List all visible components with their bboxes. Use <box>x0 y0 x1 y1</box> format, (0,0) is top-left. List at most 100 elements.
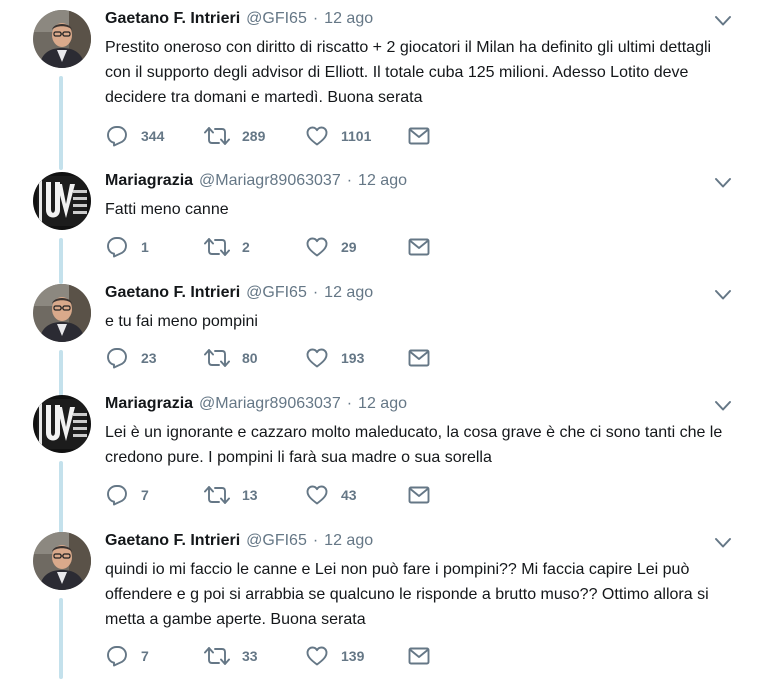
direct-message-button[interactable] <box>408 483 430 507</box>
tweet[interactable]: Mariagrazia @Mariagr89063037 · 12 ago Fa… <box>0 150 764 284</box>
separator: · <box>346 395 353 412</box>
author-handle[interactable]: @Mariagr89063037 <box>199 172 341 190</box>
juventus-logo-icon <box>33 172 91 230</box>
separator: · <box>312 532 319 549</box>
timestamp[interactable]: 12 ago <box>324 10 373 28</box>
retweet-icon <box>204 483 230 507</box>
direct-message-button[interactable] <box>408 124 430 148</box>
mail-icon <box>408 647 430 665</box>
thread-line <box>59 76 63 160</box>
reply-button[interactable]: 344 <box>105 124 164 148</box>
thread-line <box>59 238 63 284</box>
author-handle[interactable]: @Mariagr89063037 <box>199 395 341 413</box>
timestamp[interactable]: 12 ago <box>324 284 373 302</box>
author-handle[interactable]: @GFI65 <box>246 284 307 302</box>
man-with-glasses-icon <box>33 284 91 342</box>
retweet-button[interactable]: 80 <box>204 346 258 370</box>
chevron-down-icon[interactable] <box>714 177 732 189</box>
chevron-down-icon[interactable] <box>714 15 732 27</box>
like-button[interactable]: 139 <box>305 644 364 668</box>
reply-icon <box>105 483 129 507</box>
tweet-text: quindi io mi faccio le canne e Lei non p… <box>105 561 709 628</box>
reply-icon <box>105 346 129 370</box>
avatar[interactable] <box>33 284 91 342</box>
retweet-button[interactable]: 289 <box>204 124 265 148</box>
retweet-icon <box>204 235 230 259</box>
reply-icon <box>105 124 129 148</box>
reply-button[interactable]: 23 <box>105 346 157 370</box>
mail-icon <box>408 349 430 367</box>
tweet[interactable]: Mariagrazia @Mariagr89063037 · 12 ago Le… <box>0 395 764 533</box>
reply-count: 7 <box>141 648 149 664</box>
author-name[interactable]: Mariagrazia <box>105 172 193 190</box>
avatar[interactable] <box>33 10 91 68</box>
timestamp[interactable]: 12 ago <box>358 395 407 413</box>
man-with-glasses-icon <box>33 10 91 68</box>
retweet-count: 33 <box>242 648 258 664</box>
timestamp[interactable]: 12 ago <box>358 172 407 190</box>
author-handle[interactable]: @GFI65 <box>246 10 307 28</box>
like-button[interactable]: 193 <box>305 346 364 370</box>
heart-icon <box>305 483 329 507</box>
man-with-glasses-icon <box>33 532 91 590</box>
retweet-button[interactable]: 33 <box>204 644 258 668</box>
heart-icon <box>305 124 329 148</box>
retweet-count: 13 <box>242 487 258 503</box>
author-name[interactable]: Gaetano F. Intrieri <box>105 284 240 302</box>
direct-message-button[interactable] <box>408 644 430 668</box>
tweet-text: e tu fai meno pompini <box>105 313 258 330</box>
mail-icon <box>408 238 430 256</box>
chevron-down-icon[interactable] <box>714 400 732 412</box>
retweet-icon <box>204 346 230 370</box>
tweet-header: Gaetano F. Intrieri @GFI65 · 12 ago <box>105 10 373 32</box>
reply-count: 344 <box>141 128 165 144</box>
thread-line <box>59 461 63 533</box>
tweet[interactable]: Gaetano F. Intrieri @GFI65 · 12 ago Pres… <box>0 10 764 160</box>
reply-button[interactable]: 7 <box>105 644 149 668</box>
like-button[interactable]: 1101 <box>305 124 371 148</box>
mail-icon <box>408 127 430 145</box>
retweet-count: 289 <box>242 128 266 144</box>
reply-button[interactable]: 7 <box>105 483 149 507</box>
tweet-text: Fatti meno canne <box>105 201 229 218</box>
like-button[interactable]: 43 <box>305 483 357 507</box>
timestamp[interactable]: 12 ago <box>324 532 373 550</box>
juventus-logo-icon <box>33 395 91 453</box>
thread-line <box>59 350 63 396</box>
thread-line <box>59 598 63 679</box>
author-name[interactable]: Gaetano F. Intrieri <box>105 532 240 550</box>
chevron-down-icon[interactable] <box>714 289 732 301</box>
direct-message-button[interactable] <box>408 235 430 259</box>
retweet-icon <box>204 124 230 148</box>
like-count: 193 <box>341 350 365 366</box>
avatar[interactable] <box>33 395 91 453</box>
retweet-button[interactable]: 2 <box>204 235 250 259</box>
retweet-button[interactable]: 13 <box>204 483 258 507</box>
tweet-header: Gaetano F. Intrieri @GFI65 · 12 ago <box>105 532 373 554</box>
like-button[interactable]: 29 <box>305 235 357 259</box>
heart-icon <box>305 644 329 668</box>
author-handle[interactable]: @GFI65 <box>246 532 307 550</box>
reply-icon <box>105 235 129 259</box>
avatar[interactable] <box>33 532 91 590</box>
author-name[interactable]: Mariagrazia <box>105 395 193 413</box>
mail-icon <box>408 486 430 504</box>
like-count: 139 <box>341 648 365 664</box>
reply-count: 23 <box>141 350 157 366</box>
separator: · <box>346 172 353 189</box>
retweet-count: 80 <box>242 350 258 366</box>
author-name[interactable]: Gaetano F. Intrieri <box>105 10 240 28</box>
avatar[interactable] <box>33 172 91 230</box>
reply-count: 7 <box>141 487 149 503</box>
tweet[interactable]: Gaetano F. Intrieri @GFI65 · 12 ago e tu… <box>0 284 764 396</box>
retweet-count: 2 <box>242 239 250 255</box>
direct-message-button[interactable] <box>408 346 430 370</box>
reply-button[interactable]: 1 <box>105 235 149 259</box>
separator: · <box>312 10 319 27</box>
tweet[interactable]: Gaetano F. Intrieri @GFI65 · 12 ago quin… <box>0 532 764 679</box>
thread-line <box>59 150 63 170</box>
tweet-header: Mariagrazia @Mariagr89063037 · 12 ago <box>105 172 407 194</box>
heart-icon <box>305 346 329 370</box>
chevron-down-icon[interactable] <box>714 537 732 549</box>
heart-icon <box>305 235 329 259</box>
